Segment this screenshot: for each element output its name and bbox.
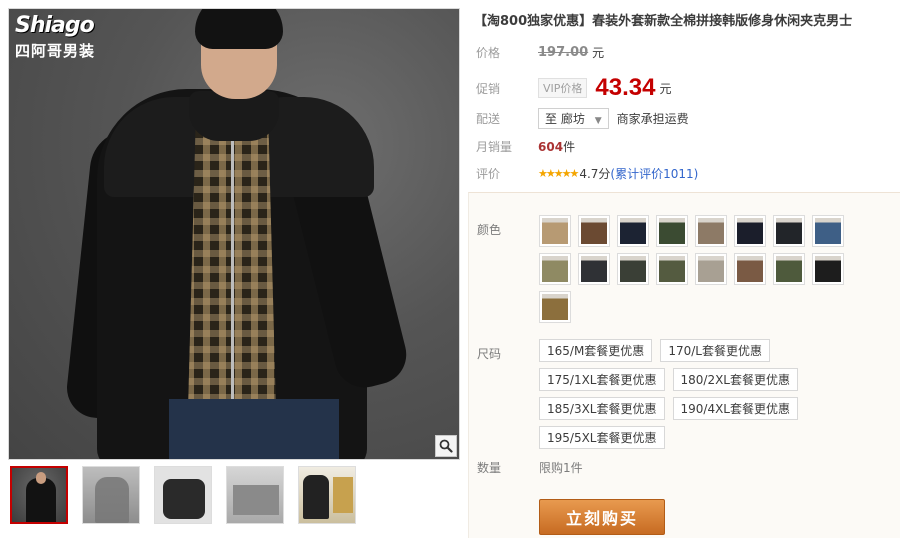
thumbnail-4[interactable] [226, 466, 284, 524]
photo-model-hair [195, 9, 283, 49]
size-label: 尺码 [477, 347, 502, 361]
color-swatch-image [698, 218, 724, 244]
rating-row: 评价 ★★★★★ 4.7分 (累计评价1011) [476, 165, 698, 182]
color-swatch[interactable] [539, 253, 571, 285]
thumbnail-5[interactable] [298, 466, 356, 524]
color-swatch-image [698, 256, 724, 282]
monthly-sales-unit: 件 [563, 140, 576, 154]
zoom-button[interactable] [435, 435, 457, 457]
brand-logo-cn: 四阿哥男装 [15, 42, 96, 60]
size-option[interactable]: 170/L套餐更优惠 [660, 339, 770, 362]
color-swatch[interactable] [656, 215, 688, 247]
vip-price-tag: VIP价格 [538, 78, 588, 98]
color-swatch[interactable] [578, 215, 610, 247]
quantity-limit: 限购1件 [539, 461, 583, 475]
sales-row: 月销量 604 件 [476, 138, 575, 155]
price-label: 价格 [476, 46, 501, 60]
shipping-note: 商家承担运费 [616, 112, 689, 126]
shipping-prefix: 至 [545, 112, 558, 126]
promo-price: 43.34 [595, 74, 656, 101]
color-swatch-image [737, 256, 763, 282]
thumbnail-3[interactable] [154, 466, 212, 524]
thumbnail-1[interactable] [10, 466, 68, 524]
rating-stars-icon: ★★★★★ [538, 167, 579, 180]
color-swatch-image [581, 256, 607, 282]
color-swatch-list [539, 215, 859, 323]
quantity-label: 数量 [477, 461, 502, 475]
brand-logo: Shiago 四阿哥男装 [15, 13, 95, 61]
shipping-label: 配送 [476, 112, 501, 126]
buy-now-button[interactable]: 立刻购买 [539, 499, 665, 535]
size-option[interactable]: 195/5XL套餐更优惠 [539, 426, 665, 449]
size-option[interactable]: 165/M套餐更优惠 [539, 339, 653, 362]
rating-score: 4.7分 [579, 167, 611, 181]
magnifier-icon [439, 439, 453, 453]
photo-jeans [169, 399, 339, 459]
currency-unit: 元 [592, 46, 605, 60]
color-swatch-image [542, 256, 568, 282]
brand-logo-mark: Shiago [15, 13, 95, 38]
main-product-image[interactable]: Shiago 四阿哥男装 [8, 8, 460, 460]
thumbnail-strip [10, 466, 356, 528]
color-swatch-image [737, 218, 763, 244]
color-swatch[interactable] [812, 215, 844, 247]
chevron-down-icon: ▼ [594, 116, 602, 126]
price-row: 价格 197.00 元 [476, 44, 604, 61]
color-swatch[interactable] [695, 215, 727, 247]
color-swatch-image [659, 218, 685, 244]
photo-zipper [231, 139, 234, 439]
size-option[interactable]: 175/1XL套餐更优惠 [539, 368, 665, 391]
color-swatch[interactable] [539, 291, 571, 323]
thumbnail-2[interactable] [82, 466, 140, 524]
size-option-list: 165/M套餐更优惠 170/L套餐更优惠 175/1XL套餐更优惠 180/2XL套… [539, 339, 889, 449]
color-swatch[interactable] [578, 253, 610, 285]
color-swatch[interactable] [773, 215, 805, 247]
color-swatch-image [620, 218, 646, 244]
color-swatch-image [620, 256, 646, 282]
size-option[interactable]: 185/3XL套餐更优惠 [539, 397, 665, 420]
sku-panel: 颜色 尺码 165/M套餐更优惠 170/L套餐更优惠 175/1XL套餐更优惠 18… [468, 192, 900, 538]
color-label: 颜色 [477, 223, 502, 237]
color-swatch[interactable] [656, 253, 688, 285]
product-title: 【淘800独家优惠】春装外套新款全棉拼接韩版修身休闲夹克男士 [474, 14, 853, 29]
original-price: 197.00 [538, 45, 589, 60]
shipping-destination: 廊坊 [560, 112, 585, 126]
color-swatch-image [581, 218, 607, 244]
color-swatch[interactable] [773, 253, 805, 285]
size-option[interactable]: 190/4XL套餐更优惠 [672, 397, 798, 420]
color-swatch-image [659, 256, 685, 282]
promo-label: 促销 [476, 81, 501, 96]
color-swatch-image [542, 218, 568, 244]
color-swatch-image [815, 256, 841, 282]
color-swatch[interactable] [617, 215, 649, 247]
color-swatch[interactable] [539, 215, 571, 247]
color-swatch[interactable] [617, 253, 649, 285]
shipping-row: 配送 至 廊坊 ▼ 商家承担运费 [476, 108, 689, 129]
color-swatch[interactable] [812, 253, 844, 285]
monthly-sales-count: 604 [538, 139, 564, 154]
review-count-link[interactable]: (累计评价1011) [610, 165, 698, 182]
promo-row: 促销 VIP价格 43.34 元 [476, 74, 671, 102]
color-swatch-image [815, 218, 841, 244]
rating-label: 评价 [476, 167, 501, 181]
monthly-sales-label: 月销量 [476, 140, 513, 154]
color-swatch-image [542, 294, 568, 320]
color-swatch[interactable] [695, 253, 727, 285]
color-swatch[interactable] [734, 253, 766, 285]
color-swatch-image [776, 218, 802, 244]
currency-unit: 元 [659, 81, 672, 96]
color-swatch[interactable] [734, 215, 766, 247]
color-swatch-image [776, 256, 802, 282]
shipping-destination-select[interactable]: 至 廊坊 ▼ [538, 108, 609, 129]
size-option[interactable]: 180/2XL套餐更优惠 [672, 368, 798, 391]
